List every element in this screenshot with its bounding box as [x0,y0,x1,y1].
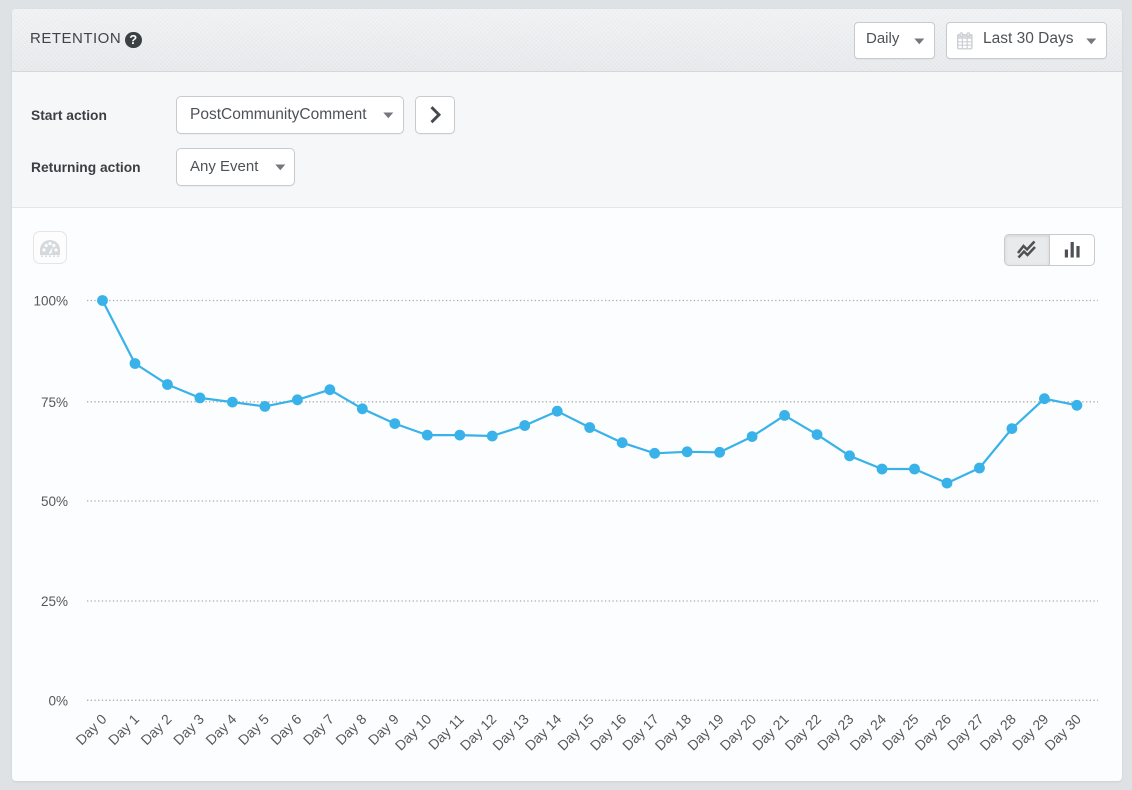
svg-text:100%: 100% [33,294,68,309]
svg-text:Day 6: Day 6 [267,711,304,748]
svg-text:Day 0: Day 0 [72,711,109,748]
svg-text:Day 1: Day 1 [105,711,142,748]
svg-text:Day 5: Day 5 [235,711,272,748]
svg-text:Day 30: Day 30 [1041,711,1084,754]
svg-text:Day 10: Day 10 [392,711,435,754]
svg-text:75%: 75% [41,395,68,410]
svg-text:Day 8: Day 8 [332,711,369,748]
svg-text:50%: 50% [41,494,68,509]
svg-text:0%: 0% [48,693,68,708]
svg-text:Day 3: Day 3 [170,711,207,748]
svg-text:Day 4: Day 4 [202,711,239,748]
svg-text:Day 2: Day 2 [137,711,174,748]
svg-text:Day 7: Day 7 [300,711,337,748]
svg-text:25%: 25% [41,594,68,609]
